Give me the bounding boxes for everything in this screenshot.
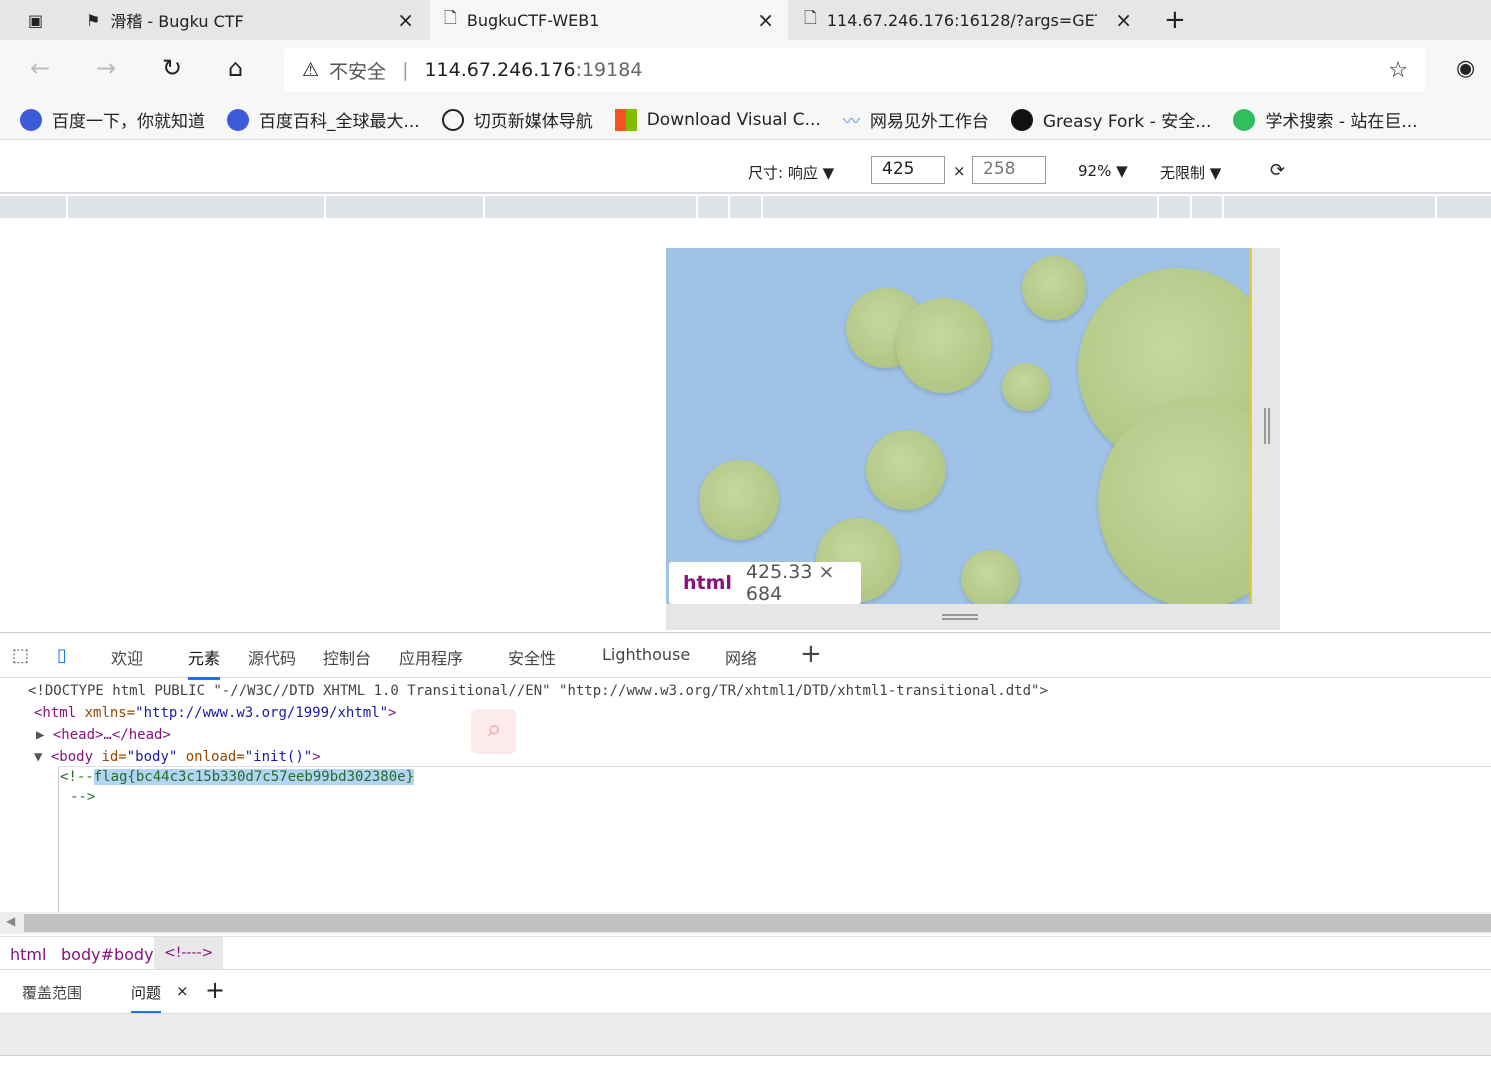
bookmark-icon [1233, 108, 1256, 131]
bookmark[interactable]: 切页新媒体导航 [441, 107, 593, 132]
device-toolbar: 尺寸: 响应 ▼ 425 × 258 92% ▼ 无限制 ▼ ⟳ [0, 148, 1491, 194]
frog-emoji [1002, 363, 1050, 411]
times-label: × [953, 162, 966, 180]
tab-sources[interactable]: 源代码 [248, 645, 296, 669]
tab-security[interactable]: 安全性 [508, 645, 556, 669]
zoom-dropdown[interactable]: 92% ▼ [1078, 162, 1128, 180]
tab-1[interactable]: ⚑ 滑稽 - Bugku CTF × [72, 0, 428, 40]
throttle-dropdown[interactable]: 无限制 ▼ [1160, 162, 1221, 183]
page-icon: 🗋 [444, 7, 457, 27]
tab-console[interactable]: 控制台 [323, 645, 371, 669]
collapse-icon[interactable]: ▼ [34, 749, 51, 765]
bookmark[interactable]: 〰网易见外工作台 [843, 107, 989, 132]
windows-icon [614, 108, 637, 131]
tab-elements[interactable]: 元素 [188, 645, 221, 680]
horizontal-scrollbar[interactable]: ◀ [0, 912, 1491, 934]
url-host: 114.67.246.176 [424, 59, 576, 81]
flag-icon: ⚑ [86, 10, 101, 30]
profile-icon[interactable]: ◉ [1456, 56, 1475, 81]
bookmark[interactable]: Greasy Fork - 安全... [1010, 107, 1211, 132]
bookmark[interactable]: Download Visual C... [614, 108, 821, 131]
refresh-icon[interactable]: ↻ [162, 54, 182, 82]
bookmark-icon [227, 108, 249, 131]
bookmark[interactable]: 学术搜索 - 站在巨... [1233, 107, 1418, 132]
tab-network[interactable]: 网络 [725, 645, 757, 669]
frog-emoji [699, 460, 779, 540]
width-input[interactable]: 425 [871, 156, 945, 184]
breadcrumb-html[interactable]: html [10, 945, 46, 964]
forward-icon[interactable]: → [96, 54, 116, 82]
url-port: :19184 [575, 59, 643, 81]
bookmarks-bar: 百度一下，你就知道 百度百科_全球最大... 切页新媒体导航 Download … [0, 100, 1491, 140]
add-tab-button[interactable]: + [800, 639, 822, 669]
frog-emoji [896, 298, 991, 393]
wave-icon: 〰 [842, 112, 860, 132]
back-icon[interactable]: ← [30, 54, 50, 82]
frog-emoji [1022, 256, 1086, 320]
size-dropdown[interactable]: 尺寸: 响应 ▼ [748, 162, 834, 183]
height-input[interactable]: 258 [972, 156, 1046, 184]
comment-node[interactable]: <!--flag{bc44c3c15b330d7c57eeb99bd302380… [60, 766, 415, 788]
frog-emoji [866, 430, 946, 510]
element-tooltip: html 425.33 × 684 [669, 561, 861, 605]
resize-handle-right[interactable] [1252, 248, 1280, 630]
tab-lighthouse[interactable]: Lighthouse [602, 645, 690, 664]
rotate-icon[interactable]: ⟳ [1270, 160, 1285, 181]
media-query-ruler[interactable] [0, 196, 1491, 218]
emulated-viewport[interactable] [666, 248, 1252, 604]
breadcrumb-comment[interactable]: <!----> [154, 937, 224, 969]
tab-application[interactable]: 应用程序 [399, 645, 463, 669]
dom-tree: <!DOCTYPE html PUBLIC "-//W3C//DTD XHTML… [0, 680, 1491, 912]
devtools-tabs: ⬚ ▯ 欢迎 元素 源代码 控制台 应用程序 安全性 Lighthouse 网络… [0, 632, 1491, 680]
new-tab-button[interactable]: + [1150, 0, 1200, 40]
head-node[interactable]: ▶ <head>…</head> [36, 724, 171, 746]
doctype-node[interactable]: <!DOCTYPE html PUBLIC "-//W3C//DTD XHTML… [28, 680, 1048, 702]
search-icon[interactable]: ⌕ [471, 709, 516, 754]
tab-actions-button[interactable]: ▣ [14, 0, 54, 40]
tab-welcome[interactable]: 欢迎 [111, 645, 143, 669]
frog-emoji [961, 550, 1019, 604]
bookmark[interactable]: 百度一下，你就知道 [20, 107, 205, 132]
comment-end: --> [70, 789, 96, 805]
close-icon[interactable]: × [176, 982, 189, 1000]
bookmark-icon [441, 108, 464, 131]
favorite-add-icon[interactable]: ☆ [1388, 58, 1408, 83]
page-icon: 🗋 [804, 7, 817, 27]
home-icon[interactable]: ⌂ [228, 54, 243, 82]
flag-text[interactable]: flag{bc44c3c15b330d7c57eeb99bd302380e} [93, 769, 415, 785]
bookmark-icon [1010, 108, 1033, 131]
tab-3[interactable]: 🗋 114.67.246.176:16128/?args=GET × [790, 0, 1146, 40]
body-node[interactable]: ▼ <body id="body" onload="init()"> [34, 746, 321, 768]
expand-icon[interactable]: ▶ [36, 727, 53, 743]
tab-coverage[interactable]: 覆盖范围 [22, 982, 82, 1003]
add-tab-button[interactable]: + [205, 976, 225, 1004]
tab-issues[interactable]: 问题 [131, 982, 162, 1013]
tab-title: BugkuCTF-WEB1 [466, 10, 600, 30]
warning-icon: ⚠ [302, 59, 320, 81]
tab-bar: ▣ ⚑ 滑稽 - Bugku CTF × 🗋 BugkuCTF-WEB1 × 🗋 114.… [0, 0, 1491, 40]
bookmark[interactable]: 百度百科_全球最大... [227, 107, 420, 132]
device-emulation-icon[interactable]: ▯ [57, 645, 67, 666]
html-node[interactable]: <html xmlns="http://www.w3.org/1999/xhtm… [34, 702, 396, 724]
close-icon[interactable]: × [1115, 8, 1132, 32]
close-icon[interactable]: × [757, 8, 774, 32]
tab-title: 滑稽 - Bugku CTF [110, 12, 244, 31]
tab-2[interactable]: 🗋 BugkuCTF-WEB1 × [430, 0, 788, 40]
address-bar[interactable]: ⚠ 不安全 | 114.67.246.176:19184 ☆ [284, 48, 1426, 92]
breadcrumb-body[interactable]: body#body [61, 945, 154, 964]
bookmark-icon [20, 108, 42, 131]
toolbar: ← → ↻ ⌂ ⚠ 不安全 | 114.67.246.176:19184 ☆ ◉ [0, 40, 1491, 100]
security-label[interactable]: 不安全 [329, 57, 386, 84]
breadcrumb: html body#body <!----> [0, 936, 1491, 970]
drawer-content [0, 1014, 1491, 1056]
close-icon[interactable]: × [397, 8, 414, 32]
drawer-tabs: 覆盖范围 问题 × + [0, 970, 1491, 1014]
inspect-icon[interactable]: ⬚ [12, 645, 29, 666]
tab-title: 114.67.246.176:16128/?args=GET [826, 10, 1097, 30]
resize-handle-bottom[interactable] [666, 604, 1252, 630]
